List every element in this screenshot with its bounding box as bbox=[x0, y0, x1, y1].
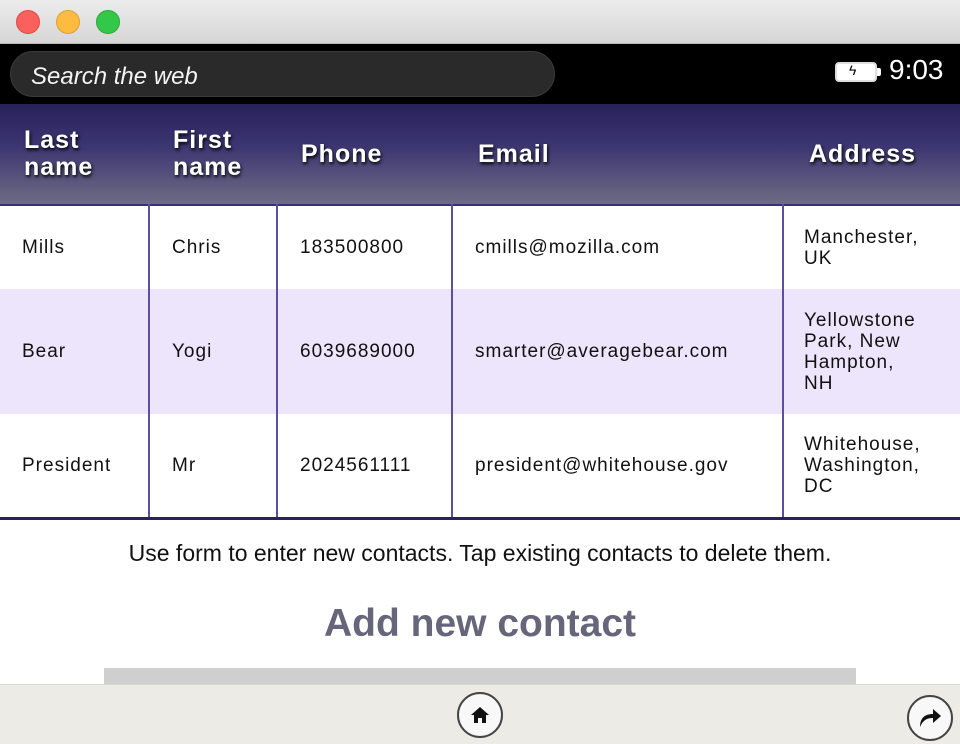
header-last-name: Last name bbox=[0, 104, 149, 205]
header-phone: Phone bbox=[277, 104, 452, 205]
address-line: Washington, bbox=[804, 454, 920, 476]
cell-last-name: President bbox=[0, 414, 149, 518]
search-input[interactable]: Search the web bbox=[10, 51, 555, 97]
app-window: Search the web ϟ 9:03 Last name First name… bbox=[0, 0, 960, 744]
redo-button[interactable] bbox=[907, 695, 953, 741]
address-line: NH bbox=[804, 372, 834, 394]
close-window-button[interactable] bbox=[16, 10, 40, 34]
minimize-window-button[interactable] bbox=[56, 10, 80, 34]
redo-icon bbox=[920, 709, 941, 727]
address-line: Hampton, bbox=[804, 351, 895, 373]
header-email: Email bbox=[452, 104, 783, 205]
address-line: Park, New bbox=[804, 330, 901, 352]
home-icon bbox=[471, 707, 489, 723]
cell-address: Whitehouse, Washington, DC bbox=[782, 414, 960, 518]
cell-email: president@whitehouse.gov bbox=[451, 414, 783, 518]
clock: 9:03 bbox=[889, 54, 944, 85]
home-button[interactable] bbox=[457, 692, 503, 738]
table-row[interactable]: Bear Yogi 6039689000 smarter@averagebear.co… bbox=[0, 289, 960, 414]
cell-last-name: Mills bbox=[0, 205, 149, 289]
cell-email: cmills@mozilla.com bbox=[451, 205, 783, 289]
address-line: DC bbox=[804, 475, 834, 497]
address-line: Manchester, bbox=[804, 226, 919, 248]
cell-last-name: Bear bbox=[0, 289, 149, 414]
cell-first-name: Yogi bbox=[148, 289, 277, 414]
cell-phone: 6039689000 bbox=[276, 289, 452, 414]
battery-charging-icon: ϟ bbox=[835, 62, 881, 82]
cell-address: Manchester, UK bbox=[782, 205, 960, 289]
address-line: Whitehouse, bbox=[804, 433, 921, 455]
table-row[interactable]: President Mr 2024561111 president@whitehous… bbox=[0, 414, 960, 518]
cell-email: smarter@averagebear.com bbox=[451, 289, 783, 414]
form-heading: Add new contact bbox=[323, 602, 637, 645]
bottom-nav-bar bbox=[0, 684, 960, 744]
title-bar bbox=[0, 0, 960, 44]
header-first-name: First name bbox=[149, 104, 277, 205]
help-text: Use form to enter new contacts. Tap exis… bbox=[128, 540, 832, 566]
table-header-row: Last name First name Phone Email Address bbox=[0, 104, 960, 205]
cell-first-name: Mr bbox=[148, 414, 277, 518]
cell-phone: 183500800 bbox=[276, 205, 452, 289]
maximize-window-button[interactable] bbox=[96, 10, 120, 34]
search-placeholder: Search the web bbox=[31, 63, 198, 90]
table-row[interactable]: Mills Chris 183500800 cmills@mozilla.com Man… bbox=[0, 205, 960, 289]
header-address: Address bbox=[783, 104, 960, 205]
contacts-table: Last name First name Phone Email Address M… bbox=[0, 104, 960, 520]
address-line: Yellowstone bbox=[804, 309, 916, 331]
status-bar: Search the web ϟ 9:03 bbox=[0, 44, 960, 104]
cell-address: Yellowstone Park, New Hampton, NH bbox=[782, 289, 960, 414]
cell-phone: 2024561111 bbox=[276, 414, 452, 518]
cell-first-name: Chris bbox=[148, 205, 277, 289]
lightning-bolt-icon: ϟ bbox=[849, 62, 857, 78]
address-line: UK bbox=[804, 247, 833, 269]
